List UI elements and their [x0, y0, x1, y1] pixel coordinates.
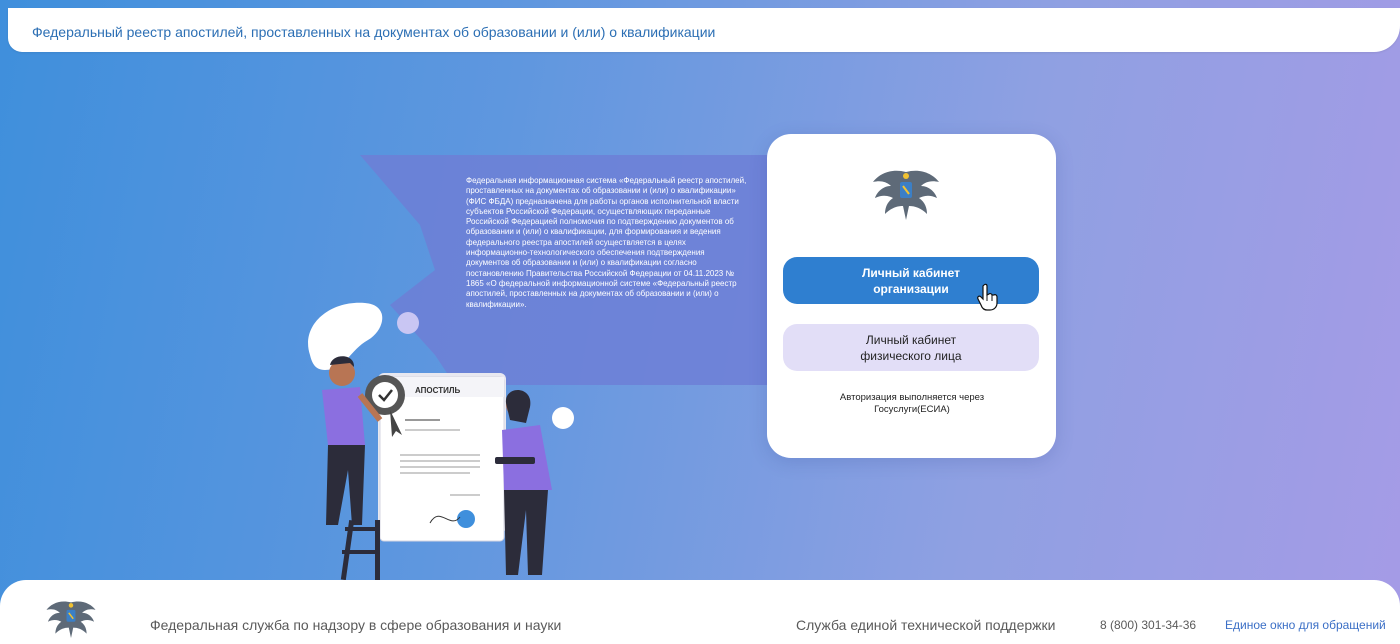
appeal-link[interactable]: Единое окно для обращений [1225, 618, 1386, 632]
hand-cursor-icon [977, 283, 998, 311]
login-card: Личный кабинет организации Личный кабине… [767, 134, 1056, 458]
apostille-illustration: АПОСТИЛЬ [308, 302, 574, 581]
footer: Федеральная служба по надзору в сфере об… [0, 580, 1400, 644]
person-account-label: Личный кабинет физического лица [860, 332, 962, 363]
person-account-button[interactable]: Личный кабинет физического лица [783, 324, 1039, 371]
org-account-button[interactable]: Личный кабинет организации [783, 257, 1039, 304]
footer-org-name: Федеральная служба по надзору в сфере об… [150, 617, 562, 633]
footer-support-label: Служба единой технической поддержки [796, 617, 1056, 633]
apostille-label: АПОСТИЛЬ [415, 386, 460, 395]
rosobrnadzor-logo-icon [46, 601, 96, 639]
auth-note: Авторизация выполняется через Госуслуги(… [839, 392, 985, 415]
footer-phone[interactable]: 8 (800) 301-34-36 [1100, 618, 1196, 632]
system-description: Федеральная информационная система «Феде… [466, 176, 747, 309]
org-account-label: Личный кабинет организации [861, 265, 961, 296]
rosobrnadzor-emblem-icon [873, 170, 939, 220]
header-bar: Федеральный реестр апостилей, проставлен… [8, 8, 1400, 52]
page-title: Федеральный реестр апостилей, проставлен… [32, 24, 716, 40]
